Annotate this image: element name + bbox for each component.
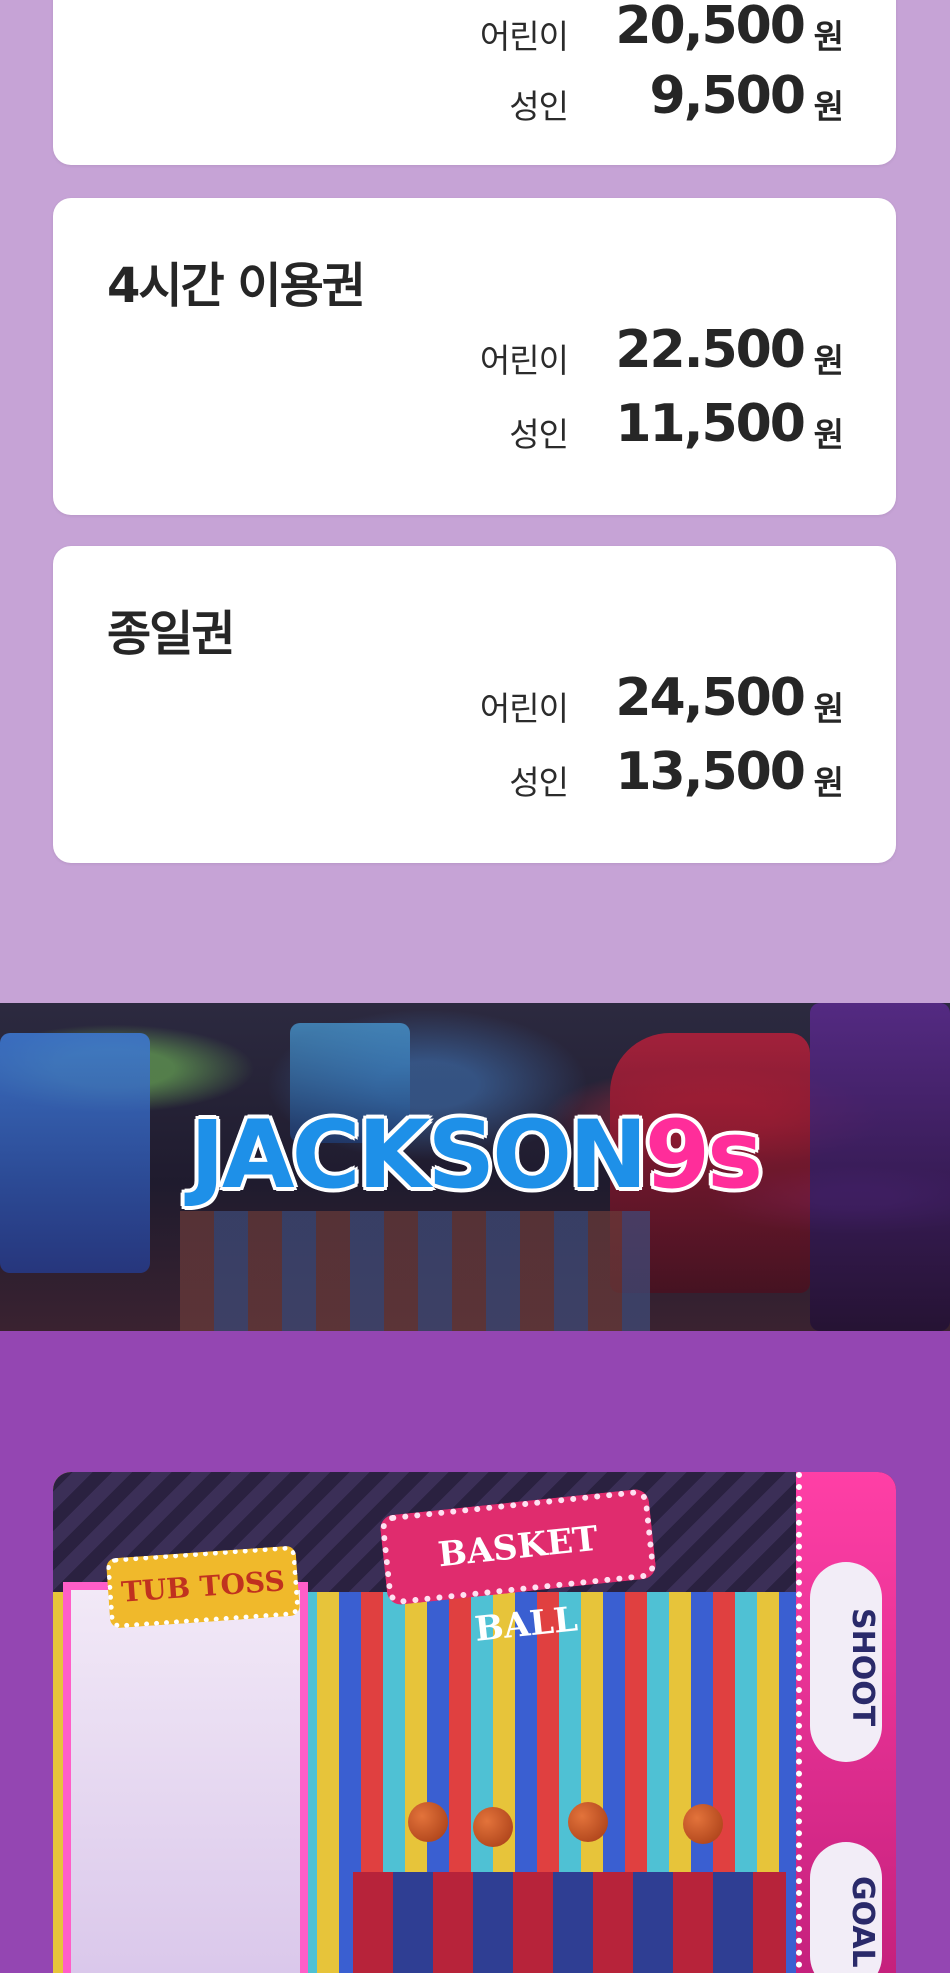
- price-row-adult: 성인 13,500 원: [53, 742, 896, 808]
- tub-toss-sign-text: TUB TOSS: [120, 1564, 286, 1609]
- price-row-child: 어린이 22.500 원: [53, 320, 896, 386]
- carnival-games-photo: TUB TOSS BASKET BALL SHOOT GOAL: [53, 1472, 896, 1973]
- card-title: 종일권: [107, 606, 235, 662]
- card-title: 4시간 이용권: [107, 258, 366, 314]
- row-unit: 원: [813, 17, 844, 56]
- logo-main-text: JACKSON: [189, 1101, 648, 1210]
- row-price: 24,500: [615, 668, 806, 728]
- row-label: 어린이: [479, 689, 569, 728]
- basketball-1: [408, 1802, 448, 1842]
- jacksons-logo: JACKSON9s: [0, 1101, 950, 1210]
- goal-sign: GOAL: [810, 1842, 882, 1973]
- row-unit: 원: [813, 415, 844, 454]
- row-price: 13,500: [615, 742, 806, 802]
- arcade-floor: [180, 1211, 650, 1331]
- row-label: 성인: [509, 415, 569, 454]
- carnival-section: TUB TOSS BASKET BALL SHOOT GOAL: [0, 1331, 950, 1973]
- pricing-card-all-day: 종일권 어린이 24,500 원 성인 13,500 원: [53, 546, 896, 863]
- row-unit: 원: [813, 689, 844, 728]
- row-price: 11,500: [615, 394, 806, 454]
- pricing-card-4-hours: 4시간 이용권 어린이 22.500 원 성인 11,500 원: [53, 198, 896, 515]
- shoot-sign: SHOOT: [810, 1562, 882, 1762]
- row-unit: 원: [813, 87, 844, 126]
- pricing-card-2-hours: 어린이 20,500 원 성인 9,500 원: [53, 0, 896, 165]
- basketball-4: [683, 1804, 723, 1844]
- logo-accent-text: 9s: [644, 1101, 763, 1210]
- basketball-2: [473, 1807, 513, 1847]
- row-unit: 원: [813, 763, 844, 802]
- row-price: 22.500: [615, 320, 806, 380]
- price-row-adult: 성인 9,500 원: [53, 66, 896, 132]
- basketball-3: [568, 1802, 608, 1842]
- row-label: 어린이: [479, 17, 569, 56]
- row-label: 성인: [509, 87, 569, 126]
- row-label: 어린이: [479, 341, 569, 380]
- row-unit: 원: [813, 341, 844, 380]
- tub-toss-sign: TUB TOSS: [105, 1545, 301, 1629]
- price-row-adult: 성인 11,500 원: [53, 394, 896, 460]
- price-row-child: 어린이 24,500 원: [53, 668, 896, 734]
- row-label: 성인: [509, 763, 569, 802]
- basketball-sign-text: BASKET BALL: [436, 1518, 600, 1650]
- basketball-counter: [353, 1872, 786, 1973]
- arcade-banner: JACKSON9s: [0, 1003, 950, 1331]
- price-row-child: 어린이 20,500 원: [53, 0, 896, 62]
- row-price: 9,500: [649, 66, 806, 126]
- tub-toss-booth: [63, 1582, 308, 1973]
- pricing-section: 어린이 20,500 원 성인 9,500 원 4시간 이용권 어린이 22.5…: [0, 0, 950, 1003]
- row-price: 20,500: [615, 0, 806, 56]
